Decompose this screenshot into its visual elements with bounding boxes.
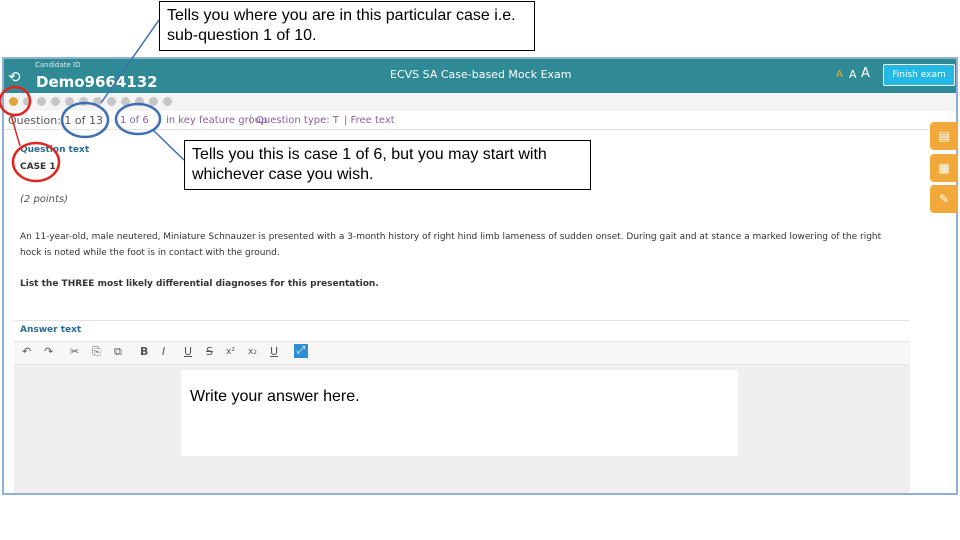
question-instruction: List the THREE most likely differential … bbox=[20, 279, 379, 289]
editor-toolbar: ↶ ↷ ✂ ⎘ ⧉ B I U S x² x₂ U ⤢ bbox=[14, 341, 910, 365]
underline-button[interactable]: U bbox=[184, 345, 192, 358]
nav-dot[interactable] bbox=[93, 97, 102, 106]
cut-icon[interactable]: ✂ bbox=[70, 345, 79, 358]
superscript-button[interactable]: x² bbox=[226, 347, 235, 357]
calculator-icon[interactable]: ▦ bbox=[930, 154, 958, 182]
nav-dot[interactable] bbox=[121, 97, 130, 106]
case-label: CASE 1 bbox=[20, 162, 56, 172]
font-size-large-button[interactable]: A bbox=[861, 66, 870, 81]
pencil-icon[interactable]: ✎ bbox=[930, 185, 958, 213]
font-size-small-button[interactable]: A bbox=[836, 69, 843, 80]
answer-input[interactable]: Write your answer here. bbox=[181, 370, 738, 456]
nav-dot[interactable] bbox=[149, 97, 158, 106]
nav-dot-current[interactable] bbox=[9, 97, 18, 106]
nav-dot[interactable] bbox=[37, 97, 46, 106]
nav-dot[interactable] bbox=[135, 97, 144, 106]
nav-dot[interactable] bbox=[107, 97, 116, 106]
nav-dot[interactable] bbox=[163, 97, 172, 106]
nav-dot[interactable] bbox=[51, 97, 60, 106]
paste-icon[interactable]: ⧉ bbox=[114, 345, 122, 359]
top-bar: ⟲ Candidate ID Demo9664132 ECVS SA Case-… bbox=[4, 59, 956, 93]
strikethrough-button[interactable]: S bbox=[206, 345, 213, 358]
italic-button[interactable]: I bbox=[162, 345, 165, 358]
answer-heading: Answer text bbox=[20, 325, 82, 335]
special-char-button[interactable]: U bbox=[270, 345, 278, 358]
copy-icon[interactable]: ⎘ bbox=[92, 345, 101, 359]
redo-icon[interactable]: ↷ bbox=[44, 345, 53, 358]
candidate-id: Demo9664132 bbox=[36, 73, 158, 91]
undo-icon[interactable]: ↶ bbox=[22, 345, 31, 358]
nav-dot[interactable] bbox=[23, 97, 32, 106]
points-label: (2 points) bbox=[20, 194, 69, 205]
subscript-button[interactable]: x₂ bbox=[248, 347, 257, 357]
bold-button[interactable]: B bbox=[140, 345, 148, 358]
nav-dot[interactable] bbox=[79, 97, 88, 106]
fullscreen-icon[interactable]: ⤢ bbox=[294, 344, 308, 358]
font-size-medium-button[interactable]: A bbox=[849, 68, 857, 81]
nav-dot[interactable] bbox=[65, 97, 74, 106]
free-text-label: | Free text bbox=[344, 115, 395, 126]
exam-title: ECVS SA Case-based Mock Exam bbox=[390, 68, 572, 81]
candidate-label: Candidate ID bbox=[35, 61, 81, 69]
logout-icon[interactable]: ⟲ bbox=[8, 68, 21, 86]
notes-icon[interactable]: ▤ bbox=[930, 122, 958, 150]
question-navigator bbox=[4, 93, 956, 111]
question-position: Question: 1 of 13 bbox=[8, 114, 103, 127]
question-stem: An 11-year-old, male neutered, Miniature… bbox=[20, 232, 882, 258]
callout-case-number: Tells you this is case 1 of 6, but you m… bbox=[184, 140, 591, 190]
case-position: 1 of 6 bbox=[120, 115, 149, 126]
question-type: Question type: T bbox=[256, 115, 339, 126]
callout-sub-question: Tells you where you are in this particul… bbox=[159, 1, 535, 51]
separator: | bbox=[249, 114, 253, 125]
finish-exam-button[interactable]: Finish exam bbox=[883, 64, 955, 86]
question-info-bar: Question: 1 of 13 1 of 6 in key feature … bbox=[4, 111, 956, 130]
question-heading: Question text bbox=[20, 145, 90, 155]
